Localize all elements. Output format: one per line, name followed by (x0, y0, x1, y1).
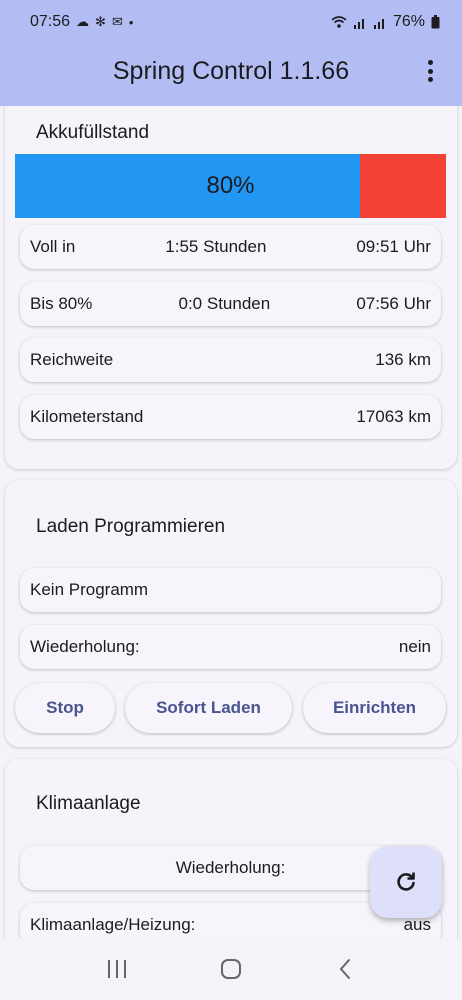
range-row: Reichweite 136 km (20, 338, 441, 382)
charge-program-card: Laden Programmieren Kein Programm Wieder… (5, 480, 457, 747)
charge-repeat-row: Wiederholung: nein (20, 625, 441, 669)
charge-now-button[interactable]: Sofort Laden (125, 683, 292, 733)
refresh-button[interactable] (370, 846, 442, 918)
battery-card-title: Akkufüllstand (36, 122, 150, 143)
fan-icon: ✻ (95, 14, 106, 29)
odometer-value: 17063 km (356, 407, 431, 426)
odometer-label: Kilometerstand (30, 407, 144, 426)
climate-repeat-label: Wiederholung: (175, 858, 286, 877)
until-80-label: Bis 80% (30, 294, 93, 313)
battery-card: Akkufüllstand 80% Voll in 1:55 Stunden 0… (5, 106, 457, 469)
status-bar: 07:56 ☁ ✻ ✉ • 76% (0, 0, 462, 44)
full-in-duration: 1:55 Stunden (165, 237, 267, 256)
battery-level-label: 80% (206, 172, 255, 199)
full-in-time: 09:51 Uhr (356, 237, 431, 256)
battery-icon (431, 15, 440, 29)
program-row[interactable]: Kein Programm (20, 568, 441, 612)
back-icon (339, 959, 350, 979)
ac-value: aus (403, 915, 431, 934)
recent-apps-icon (108, 960, 126, 978)
until-80-time: 07:56 Uhr (356, 294, 431, 313)
system-nav-bar (0, 938, 462, 1000)
range-label: Reichweite (30, 350, 114, 369)
stop-button[interactable]: Stop (15, 683, 115, 733)
notification-dot-icon: • (128, 14, 134, 30)
range-value: 136 km (375, 350, 431, 369)
ac-label: Klimaanlage/Heizung: (30, 915, 196, 934)
home-icon (221, 959, 241, 979)
signal-icon-2 (373, 18, 384, 29)
battery-percent: 76% (392, 13, 425, 30)
cloud-icon: ☁ (76, 14, 90, 29)
signal-icon (353, 18, 364, 29)
full-in-label: Voll in (30, 237, 76, 256)
odometer-row: Kilometerstand 17063 km (20, 395, 441, 439)
climate-card-title: Klimaanlage (36, 793, 141, 814)
outlook-icon: ✉ (111, 14, 123, 29)
program-value: Kein Programm (30, 580, 149, 599)
recent-apps-button[interactable] (97, 949, 137, 989)
app-title: Spring Control 1.1.66 (112, 56, 350, 85)
overflow-menu-icon[interactable] (420, 58, 440, 84)
until-80-duration: 0:0 Stunden (178, 294, 271, 313)
until-80-row: Bis 80% 0:0 Stunden 07:56 Uhr (20, 282, 441, 326)
setup-button[interactable]: Einrichten (303, 683, 446, 733)
refresh-icon (397, 872, 415, 891)
charge-program-title: Laden Programmieren (36, 516, 226, 537)
back-button[interactable] (325, 949, 365, 989)
app-bar: Spring Control 1.1.66 (0, 44, 462, 106)
charge-repeat-label: Wiederholung: (30, 637, 140, 656)
status-time: 07:56 (30, 13, 71, 30)
home-button[interactable] (211, 949, 251, 989)
main-content[interactable]: Akkufüllstand 80% Voll in 1:55 Stunden 0… (0, 106, 462, 938)
battery-level-bar: 80% (15, 154, 446, 218)
wifi-icon (331, 16, 347, 28)
full-in-row: Voll in 1:55 Stunden 09:51 Uhr (20, 225, 441, 269)
charge-repeat-value: nein (398, 637, 431, 656)
